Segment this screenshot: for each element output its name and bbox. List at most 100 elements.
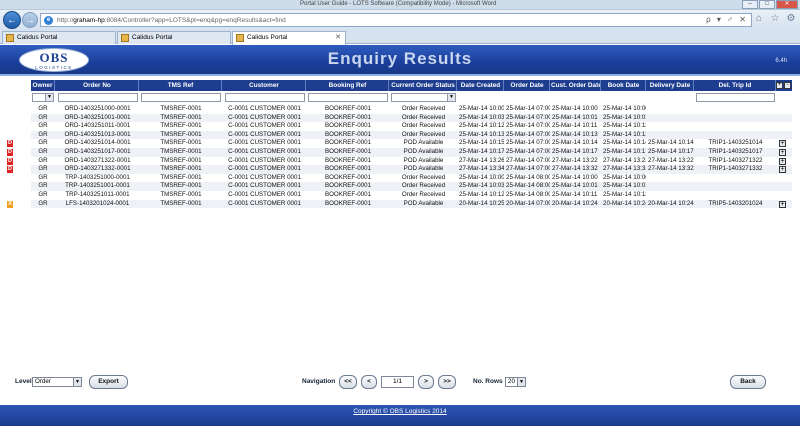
filter-customer-input[interactable] [225,93,305,102]
filter-row: ▼ ▼ [31,92,792,103]
col-cust-order-date[interactable]: Cust. Order Date [551,80,601,91]
table-row[interactable]: D GR ORD-1403271322-0001 TMSREF-0001 C-0001 … [7,156,792,166]
cell-delivery-date: 27-Mar-14 13:32 [648,165,694,173]
cell-book-date: 25-Mar-14 10:01 [603,182,646,190]
close-tab-icon[interactable]: ✕ [335,33,341,41]
filter-owner-select[interactable]: ▼ [32,93,54,102]
cell-customer: C-0001 CUSTOMER 0001 [228,105,301,112]
next-page-button[interactable]: > [418,375,434,389]
expand-row-icon[interactable]: + [779,149,786,156]
cell-book-date: 25-Mar-14 10:17 [603,148,646,155]
export-button[interactable]: Export [89,375,128,389]
browser-tab-2[interactable]: Calidus Portal [117,31,231,44]
table-row[interactable]: GR ORD-1403251000-0001 TMSREF-0001 C-0001 C… [31,105,792,114]
col-delivery-date[interactable]: Delivery Date [647,80,694,91]
col-order-no[interactable]: Order No [56,80,139,91]
copyright-link[interactable]: Copyright © OBS Logistics 2014 [0,408,800,415]
table-row[interactable]: D GR ORD-1403251014-0001 TMSREF-0001 C-0001 … [7,139,792,148]
cell-status: POD Available [403,165,444,173]
col-order-date[interactable]: Order Date [505,80,550,91]
cell-del-trip-id [695,114,776,123]
cell-tms-ref: TMSREF-0001 [160,199,202,207]
cell-order-no: ORD-1403271332-0001 [64,165,131,173]
cell-del-trip-id [695,182,776,191]
cell-del-trip-id: TRIP5-1403201024 [708,199,763,207]
col-date-created[interactable]: Date Created [458,80,504,91]
col-book-date[interactable]: Book Date [602,80,646,91]
table-row[interactable]: GR ORD-1403251001-0001 TMSREF-0001 C-0001 C… [31,113,792,123]
table-row[interactable]: GR TRP-1403251000-0001 TMSREF-0001 C-0001 C… [31,174,792,183]
cell-tms-ref: TMSREF-0001 [160,173,202,181]
table-row[interactable]: GR ORD-1403251013-0001 TMSREF-0001 C-0001 C… [31,130,792,140]
cell-delivery-date [647,131,694,140]
filter-order-no-input[interactable] [58,93,138,102]
expand-row-icon[interactable]: + [779,166,786,174]
table-row[interactable]: X GR LFS-1403201024-0001 TMSREF-0001 C-0001 … [7,199,792,209]
col-booking-ref[interactable]: Booking Ref [307,80,389,91]
cell-order-no: ORD-1403271322-0001 [64,156,131,164]
cell-customer: C-0001 CUSTOMER 0001 [228,148,301,155]
close-window-button[interactable]: ✕ [776,0,798,9]
browser-tab-1[interactable]: Calidus Portal [2,31,116,44]
cell-tms-ref: TMSREF-0001 [160,165,202,173]
address-bar[interactable]: e http://graham-hp:8084/Controller?app=L… [40,13,752,27]
prev-page-button[interactable]: < [361,375,377,389]
col-owner[interactable]: Owner [31,80,55,91]
table-row[interactable]: GR ORD-1403251011-0001 TMSREF-0001 C-0001 C… [31,122,792,131]
cell-owner: GR [38,182,48,190]
cell-delivery-date [647,191,694,200]
home-icon[interactable]: ⌂ [753,13,765,25]
browser-forward-button[interactable]: → [22,12,38,28]
cell-status: Order Received [401,122,446,130]
cell-tms-ref: TMSREF-0001 [160,130,202,138]
table-row[interactable]: D GR ORD-1403251017-0001 TMSREF-0001 C-0001 … [7,148,792,157]
cell-cust-order-date: 20-Mar-14 10:24 [552,199,598,207]
collapse-all-icon[interactable]: - [784,82,791,89]
table-header: Owner Order No TMS Ref Customer Booking … [31,80,792,91]
expand-row-icon[interactable]: + [779,200,786,208]
cell-booking-ref: BOOKREF-0001 [324,130,372,138]
filter-tms-ref-input[interactable] [141,93,221,102]
cell-del-trip-id: TRIP1-1403271332 [708,165,763,173]
browser-back-button[interactable]: ← [3,11,21,29]
expand-row-icon[interactable]: + [779,157,786,165]
gear-icon[interactable]: ⚙ [785,13,797,25]
maximize-button[interactable]: □ [759,0,775,9]
table-row[interactable]: GR TRP-1403251001-0001 TMSREF-0001 C-0001 C… [31,182,792,191]
cell-owner: GR [38,191,48,198]
cell-del-trip-id [695,131,776,140]
minimize-button[interactable]: – [742,0,758,9]
col-tms-ref[interactable]: TMS Ref [140,80,222,91]
expand-all-icon[interactable]: + [776,82,783,89]
cell-order-date: 25-Mar-14 07:00 [506,105,550,112]
cell-cust-order-date: 25-Mar-14 10:01 [552,113,598,121]
table-row[interactable]: GR TRP-1403251011-0001 TMSREF-0001 C-0001 C… [31,191,792,200]
col-customer[interactable]: Customer [223,80,306,91]
browser-tab-3-active[interactable]: Calidus Portal ✕ [232,31,346,45]
cell-owner: GR [38,113,48,121]
expand-row-icon[interactable]: + [779,140,786,148]
filter-booking-ref-input[interactable] [308,93,388,102]
app-header: OBS LOGISTICS Enquiry Results 6.4h [0,45,800,76]
last-page-button[interactable]: >> [438,375,456,389]
level-select[interactable]: Order ▼ [32,377,82,387]
cell-status: POD Available [403,148,444,155]
back-button[interactable]: Back [730,375,766,389]
rows-select[interactable]: 20 ▼ [505,377,526,387]
cell-order-date: 25-Mar-14 07:00 [506,148,550,155]
cell-cust-order-date: 25-Mar-14 10:13 [552,130,598,138]
col-del-trip-id[interactable]: Del. Trip Id [695,80,776,91]
cell-customer: C-0001 CUSTOMER 0001 [228,199,301,207]
favorites-star-icon[interactable]: ☆ [769,13,781,25]
filter-trip-id-input[interactable] [696,93,775,102]
cell-date-created: 25-Mar-14 10:13 [459,130,504,138]
filter-status-select[interactable]: ▼ [391,93,456,102]
cell-status: POD Available [403,199,444,207]
cell-date-created: 25-Mar-14 10:12 [459,191,504,198]
first-page-button[interactable]: << [339,375,357,389]
address-actions-icon[interactable]: ρ ▾ ♂ ✕ [706,15,748,24]
table-row[interactable]: D GR ORD-1403271332-0001 TMSREF-0001 C-0001 … [7,165,792,174]
cell-status: Order Received [401,182,446,190]
page-input[interactable]: 1/1 [381,376,414,388]
col-status[interactable]: Current Order Status [390,80,457,91]
